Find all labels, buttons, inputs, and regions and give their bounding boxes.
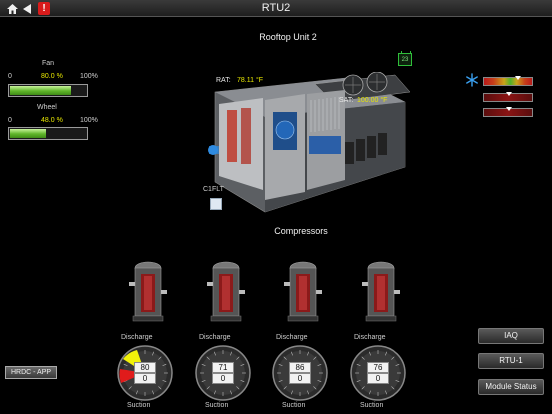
rooftop-unit-illustration [205, 71, 411, 222]
status-bar-2-marker [506, 92, 512, 96]
discharge-label: Discharge [276, 334, 308, 341]
status-bar-1 [483, 76, 533, 86]
discharge-label: Discharge [121, 334, 153, 341]
discharge-label: Discharge [354, 334, 386, 341]
discharge-value: 80 [134, 362, 156, 373]
discharge-label: Discharge [199, 334, 231, 341]
wheel-max: 100% [80, 117, 98, 124]
wheel-label: Wheel [37, 104, 57, 111]
compressors-title: Compressors [274, 226, 328, 236]
top-bar: ! RTU2 [0, 0, 552, 17]
fan-label: Fan [42, 60, 55, 67]
status-bar-1-marker [515, 76, 521, 80]
c1flt-label: C1FLT [203, 186, 224, 193]
page-title: RTU2 [261, 2, 291, 14]
module-status-button[interactable]: Module Status [478, 379, 544, 395]
wheel-value: 48.0 % [41, 117, 63, 124]
c1flt-indicator [210, 198, 222, 210]
rat-label: RAT: [216, 77, 231, 84]
hrdc-app-button[interactable]: HRDC - APP [5, 366, 57, 379]
suction-label: Suction [282, 402, 306, 409]
wheel-bar-fill [10, 129, 47, 138]
wheel-min: 0 [8, 117, 12, 124]
rat-value: 78.11 °F [237, 77, 264, 84]
sat-value: 100.00 °F [357, 97, 388, 104]
calendar-icon[interactable]: 23 [398, 51, 412, 66]
sat-label: SAT: [339, 97, 354, 104]
suction-value: 0 [134, 373, 156, 384]
compressor-icon [357, 260, 405, 322]
suction-value: 0 [212, 373, 234, 384]
compressor-icon [124, 260, 172, 322]
fan-max: 100% [80, 73, 98, 80]
fan-bar [8, 84, 88, 97]
compressor-icon [279, 260, 327, 322]
suction-value: 0 [289, 373, 311, 384]
status-bar-3 [483, 107, 533, 117]
discharge-value: 71 [212, 362, 234, 373]
wheel-bar [8, 127, 88, 140]
discharge-value: 76 [367, 362, 389, 373]
suction-label: Suction [205, 402, 229, 409]
fan-bar-fill [10, 86, 71, 95]
iaq-button[interactable]: IAQ [478, 328, 544, 344]
fan-min: 0 [8, 73, 12, 80]
suction-label: Suction [360, 402, 384, 409]
rtu1-button[interactable]: RTU-1 [478, 353, 544, 369]
status-bar-2 [483, 92, 533, 102]
status-bar-3-marker [506, 107, 512, 111]
fan-value: 80.0 % [41, 73, 63, 80]
suction-label: Suction [127, 402, 151, 409]
unit-title: Rooftop Unit 2 [259, 32, 317, 42]
snowflake-icon [465, 73, 479, 92]
suction-value: 0 [367, 373, 389, 384]
discharge-value: 86 [289, 362, 311, 373]
compressor-icon [202, 260, 250, 322]
